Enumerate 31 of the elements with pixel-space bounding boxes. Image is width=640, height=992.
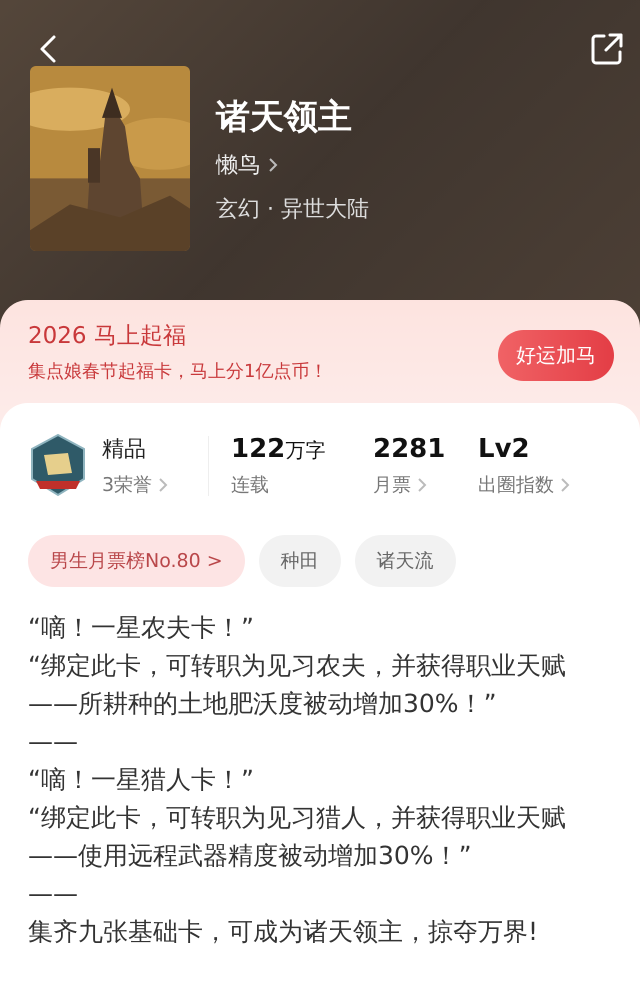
synopsis-paragraph: 集齐九张基础卡，可成为诸天领主，掠夺万界! [28, 916, 540, 948]
stat-value: 122万字 [231, 434, 326, 464]
synopsis-paragraph: “嘀！一星猎人卡！” [28, 764, 255, 796]
stat-label: 连载 [231, 473, 269, 498]
honor-grade: 精品 [102, 436, 147, 464]
chevron-icon [268, 156, 278, 172]
badge-icon [28, 433, 88, 499]
synopsis-paragraph: “绑定此卡，可转职为见习猎人，并获得职业天赋——使用远程武器精度被动增加30%！” [28, 802, 567, 872]
genre-text: 玄幻 · 异世大陆 [216, 196, 369, 224]
tag-chip[interactable]: 种田 [258, 535, 341, 587]
chevron-icon [417, 477, 427, 493]
tag-chip[interactable]: 男生月票榜No.80 > [28, 535, 245, 587]
promo-subtitle: 集点娘春节起福卡，马上分1亿点币！ [28, 360, 328, 383]
author-link[interactable]: 懒鸟 [216, 150, 260, 180]
back-icon[interactable] [38, 34, 58, 64]
chevron-icon [158, 477, 168, 493]
synopsis-paragraph: “嘀！一星农夫卡！” [28, 612, 255, 644]
stat-label[interactable]: 出圈指数 [478, 472, 554, 498]
synopsis-paragraph: —— [28, 878, 79, 910]
book-title: 诸天领主 [216, 96, 353, 138]
synopsis-paragraph: “绑定此卡，可转职为见习农夫，并获得职业天赋——所耕种的土地肥沃度被动增加30%！” [28, 650, 567, 720]
stat-value: Lv2 [478, 434, 531, 464]
chevron-icon [560, 477, 570, 493]
promo-title: 2026 马上起福 [28, 322, 187, 351]
synopsis-paragraph: —— [28, 726, 79, 758]
promo-button[interactable]: 好运加马 [498, 330, 614, 381]
tag-chip[interactable]: 诸天流 [354, 535, 456, 587]
honor-count[interactable]: 3荣誉 [102, 472, 152, 498]
stat-label[interactable]: 月票 [373, 472, 411, 498]
stat-value: 2281 [373, 434, 446, 464]
share-icon[interactable] [590, 32, 624, 66]
